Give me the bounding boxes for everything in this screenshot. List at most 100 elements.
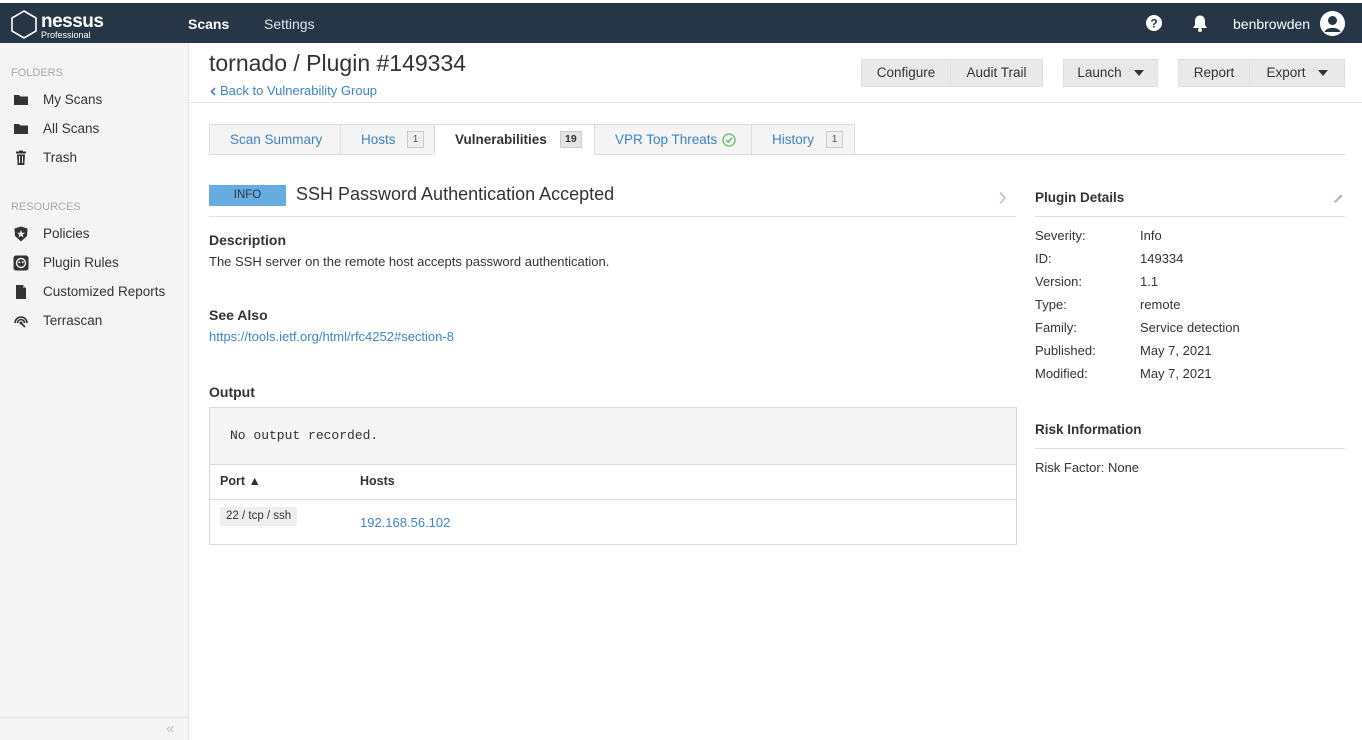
sidebar-item-label: Terrascan bbox=[43, 313, 103, 328]
title-divider bbox=[209, 216, 1016, 217]
sidebar-item-my-scans[interactable]: My Scans bbox=[0, 87, 188, 113]
nessus-logo[interactable]: nessus Professional bbox=[10, 9, 120, 41]
tab-label: Scan Summary bbox=[230, 132, 323, 147]
resources-heading: RESOURCES bbox=[11, 201, 81, 213]
description-text: The SSH server on the remote host accept… bbox=[209, 254, 610, 269]
port-value: 22 / tcp / ssh bbox=[220, 507, 298, 526]
output-text: No output recorded. bbox=[230, 428, 379, 443]
folders-heading: FOLDERS bbox=[11, 67, 63, 79]
history-count-badge: 1 bbox=[826, 131, 843, 148]
plugin-details-heading: Plugin Details bbox=[1035, 190, 1125, 205]
tab-hosts[interactable]: Hosts 1 bbox=[340, 124, 435, 155]
username[interactable]: benbrowden bbox=[1233, 16, 1310, 32]
tab-history[interactable]: History 1 bbox=[751, 124, 855, 155]
audit-trail-button[interactable]: Audit Trail bbox=[950, 59, 1043, 87]
back-link-label: Back to Vulnerability Group bbox=[220, 83, 378, 98]
nav-settings[interactable]: Settings bbox=[264, 16, 315, 32]
sidebar-item-trash[interactable]: Trash bbox=[0, 145, 188, 171]
detail-row-modified: Modified: May 7, 2021 bbox=[1035, 366, 1345, 386]
help-icon[interactable]: ? bbox=[1145, 14, 1163, 32]
table-header-divider bbox=[210, 499, 1016, 500]
description-heading: Description bbox=[209, 232, 287, 248]
detail-row-severity: Severity: Info bbox=[1035, 228, 1345, 248]
tab-label: Vulnerabilities bbox=[455, 132, 547, 147]
detail-key: Version: bbox=[1035, 274, 1082, 289]
detail-value: Service detection bbox=[1140, 320, 1240, 335]
sidebar-item-label: Policies bbox=[43, 226, 90, 241]
policy-shield-icon bbox=[13, 226, 29, 242]
chevron-left-icon bbox=[210, 87, 216, 96]
svg-text:?: ? bbox=[1150, 17, 1157, 31]
detail-value: Info bbox=[1140, 228, 1162, 243]
launch-button[interactable]: Launch bbox=[1063, 59, 1158, 87]
logo-subtitle: Professional bbox=[41, 30, 91, 40]
sidebar-item-label: All Scans bbox=[43, 121, 100, 136]
page-title: tornado / Plugin #149334 bbox=[209, 50, 467, 76]
tab-scan-summary[interactable]: Scan Summary bbox=[209, 124, 341, 155]
top-navigation-bar: nessus Professional Scans Settings ? ben… bbox=[0, 0, 1362, 43]
sidebar-item-terrascan[interactable]: Terrascan bbox=[0, 308, 188, 334]
output-panel: No output recorded. Port ▲ Hosts 22 / tc… bbox=[209, 407, 1017, 545]
detail-key: Severity: bbox=[1035, 228, 1086, 243]
edit-pencil-icon[interactable] bbox=[1332, 192, 1345, 205]
export-button-label: Export bbox=[1266, 65, 1306, 80]
hosts-count-badge: 1 bbox=[407, 131, 424, 148]
terrascan-icon bbox=[13, 313, 29, 329]
notifications-bell-icon[interactable] bbox=[1191, 14, 1209, 32]
chevron-down-icon bbox=[1133, 70, 1144, 77]
vulnerability-title: SSH Password Authentication Accepted bbox=[296, 184, 615, 204]
detail-row-family: Family: Service detection bbox=[1035, 320, 1345, 340]
configure-button[interactable]: Configure bbox=[861, 59, 951, 87]
sidebar-item-plugin-rules[interactable]: Plugin Rules bbox=[0, 250, 188, 276]
detail-key: ID: bbox=[1035, 251, 1052, 266]
sidebar: FOLDERS My Scans All Scans Trash RESOURC… bbox=[0, 43, 189, 740]
folder-icon bbox=[13, 121, 29, 137]
back-to-vulnerability-group-link[interactable]: Back to Vulnerability Group bbox=[210, 83, 377, 98]
sidebar-item-label: My Scans bbox=[43, 92, 103, 107]
sidebar-item-policies[interactable]: Policies bbox=[0, 221, 188, 247]
detail-row-published: Published: May 7, 2021 bbox=[1035, 343, 1345, 363]
see-also-heading: See Also bbox=[209, 307, 268, 323]
detail-key: Published: bbox=[1035, 343, 1096, 358]
detail-key: Modified: bbox=[1035, 366, 1088, 381]
see-also-link[interactable]: https://tools.ietf.org/html/rfc4252#sect… bbox=[209, 329, 454, 344]
risk-factor-text: Risk Factor: None bbox=[1035, 460, 1140, 475]
risk-information-divider bbox=[1035, 448, 1345, 449]
trash-icon bbox=[13, 150, 29, 166]
check-circle-icon bbox=[722, 133, 736, 147]
sidebar-item-label: Plugin Rules bbox=[43, 255, 119, 270]
launch-button-label: Launch bbox=[1077, 65, 1122, 80]
folder-icon bbox=[13, 92, 29, 108]
hosts-column-header: Hosts bbox=[360, 474, 395, 488]
tab-label: History bbox=[772, 132, 815, 147]
detail-value: 149334 bbox=[1140, 251, 1184, 266]
sidebar-item-customized-reports[interactable]: Customized Reports bbox=[0, 279, 188, 305]
sidebar-divider bbox=[0, 717, 188, 718]
detail-row-version: Version: 1.1 bbox=[1035, 274, 1345, 294]
document-icon bbox=[13, 284, 29, 300]
host-link[interactable]: 192.168.56.102 bbox=[360, 515, 450, 530]
detail-value: remote bbox=[1140, 297, 1181, 312]
detail-key: Type: bbox=[1035, 297, 1067, 312]
detail-row-id: ID: 149334 bbox=[1035, 251, 1345, 271]
detail-value: May 7, 2021 bbox=[1140, 343, 1212, 358]
chevron-down-icon bbox=[1317, 70, 1328, 77]
chevron-right-icon[interactable] bbox=[998, 191, 1008, 205]
header-divider bbox=[189, 102, 1362, 103]
tab-vulnerabilities[interactable]: Vulnerabilities 19 bbox=[434, 124, 595, 155]
nav-scans[interactable]: Scans bbox=[188, 16, 229, 32]
tab-label: VPR Top Threats bbox=[615, 132, 718, 147]
nessus-hexagon-icon bbox=[11, 10, 37, 39]
plugin-details-divider bbox=[1035, 216, 1345, 217]
port-column-header[interactable]: Port ▲ bbox=[220, 474, 261, 488]
sidebar-item-label: Customized Reports bbox=[43, 284, 166, 299]
plugin-rules-icon bbox=[13, 255, 29, 271]
tab-vpr-top-threats[interactable]: VPR Top Threats bbox=[594, 124, 752, 155]
detail-value: 1.1 bbox=[1140, 274, 1159, 289]
sidebar-item-all-scans[interactable]: All Scans bbox=[0, 116, 188, 142]
report-button[interactable]: Report bbox=[1178, 59, 1250, 87]
export-button[interactable]: Export bbox=[1249, 59, 1345, 87]
collapse-sidebar-icon[interactable]: « bbox=[166, 720, 174, 737]
user-avatar-icon[interactable] bbox=[1320, 11, 1345, 36]
vulnerabilities-count-badge: 19 bbox=[560, 131, 582, 148]
